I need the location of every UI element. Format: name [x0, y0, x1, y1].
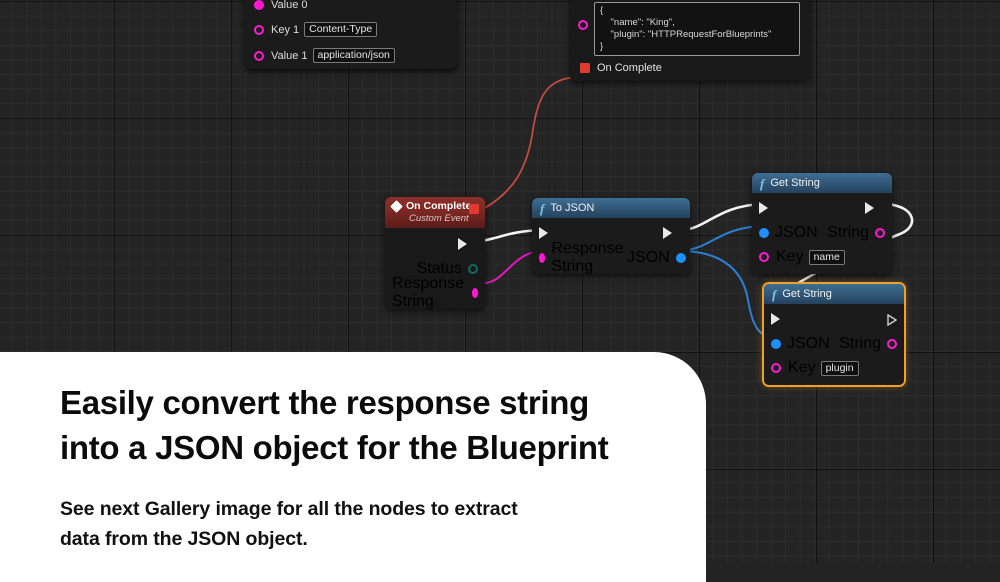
- body-node[interactable]: Body { "name": "King", "plugin": "HTTPRe…: [570, 0, 810, 81]
- pin-label: JSON: [627, 249, 670, 266]
- pin-row-key1[interactable]: Key 1 Content-Type: [245, 17, 457, 42]
- object-pin-filled-icon[interactable]: [771, 339, 781, 349]
- node-title-text: To JSON: [550, 202, 595, 214]
- get-string-json-row[interactable]: JSON String: [764, 332, 904, 356]
- to-json-header: f To JSON: [532, 198, 690, 218]
- to-json-data-row[interactable]: Response String JSON: [532, 240, 690, 274]
- pin-label: Response String: [551, 240, 624, 274]
- on-complete-event-node[interactable]: On Complete Custom Event Status Response…: [385, 197, 485, 309]
- to-json-output-side[interactable]: JSON: [627, 249, 686, 267]
- exec-pin-out-icon[interactable]: [865, 202, 885, 214]
- event-subtitle: Custom Event: [409, 213, 469, 224]
- pin-row-value1[interactable]: Value 1 application/json: [245, 42, 457, 69]
- pin-row-value0[interactable]: Value 0: [245, 0, 457, 17]
- string-pin-ring-icon[interactable]: [875, 228, 885, 238]
- event-node-header: On Complete Custom Event: [385, 197, 485, 228]
- body-pin-row[interactable]: { "name": "King", "plugin": "HTTPRequest…: [570, 2, 810, 56]
- caption-subtext: See next Gallery image for all the nodes…: [60, 494, 706, 554]
- string-pin-ring-icon[interactable]: [254, 24, 264, 35]
- string-pin-filled-icon[interactable]: [539, 253, 546, 263]
- event-diamond-icon: [390, 199, 403, 213]
- enum-pin-ring-icon[interactable]: [468, 264, 478, 274]
- get-string-exec-row[interactable]: [752, 195, 892, 221]
- get-string-output-side[interactable]: String: [827, 224, 885, 242]
- node-title-text: Get String: [770, 177, 820, 189]
- delegate-pin-icon[interactable]: [469, 204, 479, 214]
- key1-value-field[interactable]: Content-Type: [304, 22, 378, 37]
- exec-pin-out-icon[interactable]: [458, 237, 478, 250]
- exec-pin-out-icon[interactable]: [663, 227, 683, 239]
- exec-pin-in-icon[interactable]: [539, 227, 559, 239]
- exec-pin-in-icon[interactable]: [759, 202, 779, 214]
- pin-label: Key: [788, 359, 816, 376]
- string-pin-ring-icon[interactable]: [771, 363, 781, 373]
- body-json-field[interactable]: { "name": "King", "plugin": "HTTPRequest…: [594, 2, 800, 56]
- caption-headline: Easily convert the response string into …: [60, 380, 706, 470]
- value1-value-field[interactable]: application/json: [312, 48, 395, 63]
- headline-line-1: Easily convert the response string: [60, 384, 589, 421]
- string-pin-ring-icon[interactable]: [759, 252, 769, 262]
- object-pin-filled-icon[interactable]: [759, 228, 769, 238]
- delegate-pin-icon[interactable]: [580, 63, 590, 73]
- caption-panel: Easily convert the response string into …: [0, 352, 706, 582]
- get-string-body: JSON String Key name: [752, 193, 892, 274]
- get-string-node-plugin[interactable]: f Get String JSON String Key plugin: [762, 282, 906, 387]
- get-string-header: f Get String: [752, 173, 892, 193]
- subtext-line-1: See next Gallery image for all the nodes…: [60, 498, 518, 520]
- to-json-body: Response String JSON: [532, 218, 690, 274]
- to-json-node[interactable]: f To JSON Response String JSON: [532, 198, 690, 274]
- subtext-line-2: data from the JSON object.: [60, 528, 308, 550]
- pin-label: Value 1: [271, 49, 308, 62]
- exec-pin-in-icon[interactable]: [771, 313, 791, 325]
- pin-label: Key: [776, 248, 804, 265]
- get-string-input-side[interactable]: JSON: [771, 335, 830, 353]
- function-f-icon: f: [540, 200, 545, 216]
- pin-label: JSON: [775, 224, 818, 241]
- get-string-output-side[interactable]: String: [839, 335, 897, 353]
- key-value-field[interactable]: name: [808, 249, 845, 265]
- event-title-row: On Complete: [390, 199, 478, 213]
- event-node-body: Status Response String: [385, 228, 485, 309]
- get-string-body: JSON String Key plugin: [764, 304, 904, 385]
- get-string-header: f Get String: [764, 284, 904, 304]
- get-string-json-row[interactable]: JSON String: [752, 221, 892, 245]
- get-string-node-name[interactable]: f Get String JSON String Key name: [752, 173, 892, 274]
- to-json-input-side[interactable]: Response String: [539, 240, 627, 274]
- function-f-icon: f: [760, 175, 765, 191]
- exec-arrow-outline: [887, 313, 898, 327]
- http-request-node[interactable]: Add pin Value 0 Key 1 Content-Type Value…: [245, 0, 457, 70]
- string-pin-filled-icon[interactable]: [254, 0, 264, 10]
- node-title-text: Get String: [782, 288, 832, 300]
- string-pin-ring-icon[interactable]: [578, 20, 588, 30]
- key-value-field[interactable]: plugin: [820, 360, 859, 376]
- object-pin-filled-icon[interactable]: [675, 253, 686, 263]
- pin-label: Response String: [392, 275, 465, 309]
- string-pin-filled-icon[interactable]: [471, 288, 478, 298]
- wire-delegate-red: [482, 76, 579, 210]
- pin-label: Key 1: [271, 23, 300, 36]
- caption-inner: Easily convert the response string into …: [0, 352, 706, 554]
- pin-label: String: [827, 224, 869, 241]
- get-string-input-side[interactable]: JSON: [759, 224, 818, 242]
- get-string-exec-row[interactable]: [764, 306, 904, 332]
- get-string-key-row[interactable]: Key plugin: [764, 356, 904, 380]
- on-complete-label: On Complete: [597, 62, 662, 74]
- pin-label: JSON: [787, 335, 830, 352]
- string-pin-ring-icon[interactable]: [254, 50, 264, 61]
- event-response-string-row[interactable]: Response String: [385, 275, 485, 309]
- on-complete-delegate-pin-row[interactable]: On Complete: [570, 56, 810, 81]
- string-pin-ring-icon[interactable]: [887, 339, 897, 349]
- headline-line-2: into a JSON object for the Blueprint: [60, 429, 609, 466]
- pin-label: String: [839, 335, 881, 352]
- pin-label: Value 0: [271, 0, 308, 11]
- function-f-icon: f: [772, 286, 777, 302]
- event-title: On Complete: [406, 200, 472, 212]
- get-string-key-row[interactable]: Key name: [752, 245, 892, 269]
- exec-pin-out-unconnected-icon[interactable]: [887, 313, 898, 327]
- event-delegate-pin[interactable]: [469, 201, 479, 219]
- event-exec-out-row[interactable]: [385, 230, 485, 257]
